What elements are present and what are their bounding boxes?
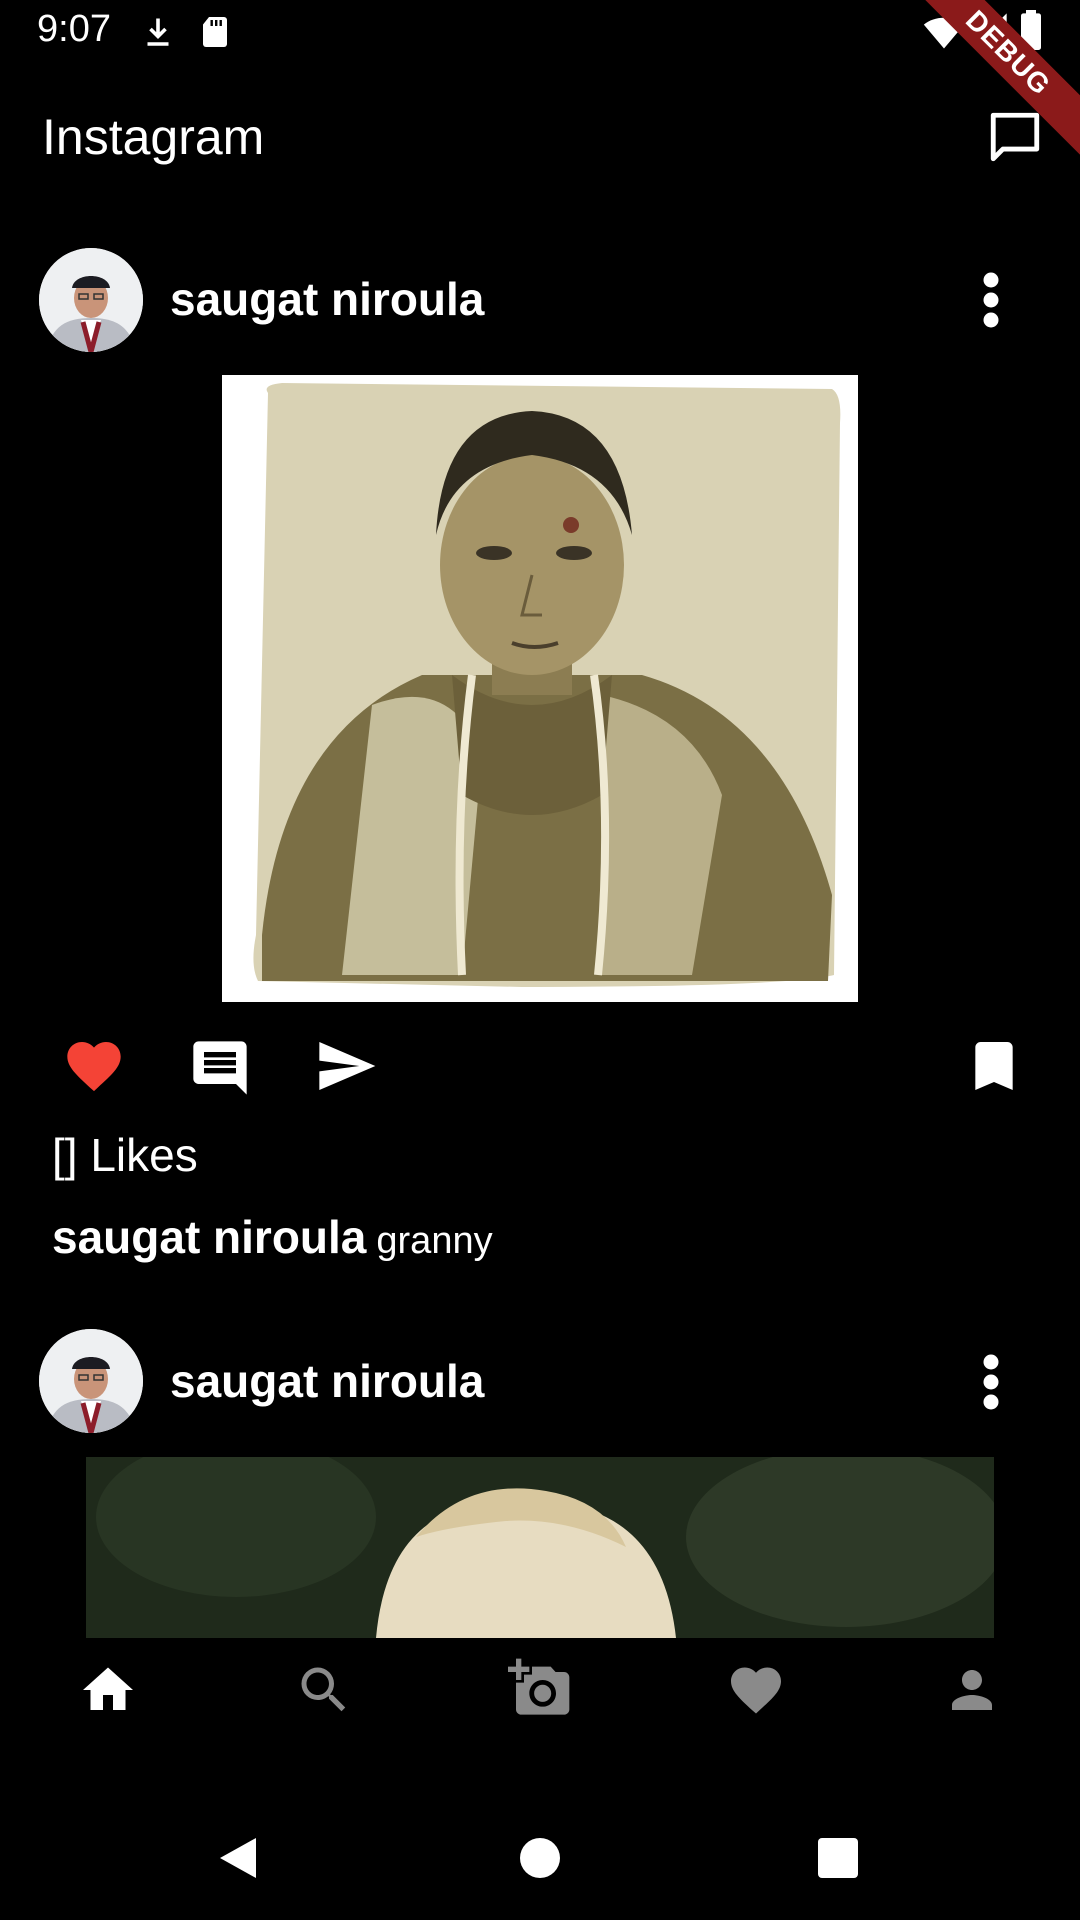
post-photo-portrait [222,375,858,1002]
post-photo-person [86,1457,994,1638]
post-caption: saugat niroula granny [52,1210,493,1264]
bookmark-icon[interactable] [962,1034,1026,1098]
back-icon[interactable] [216,1834,260,1882]
avatar-portrait [39,248,143,352]
post-photo[interactable] [222,375,858,1002]
download-icon [147,18,169,46]
send-icon[interactable] [314,1034,378,1098]
recents-icon[interactable] [818,1838,858,1878]
sd-card-icon [203,17,227,47]
add-photo-icon[interactable] [508,1656,572,1720]
post-photo[interactable] [86,1457,994,1638]
home-circle-icon[interactable] [520,1838,560,1878]
caption-username[interactable]: saugat niroula [52,1211,366,1263]
search-icon[interactable] [294,1660,354,1720]
post-username[interactable]: saugat niroula [170,1354,484,1408]
home-icon[interactable] [78,1660,138,1720]
message-icon[interactable] [986,108,1044,166]
heart-icon[interactable] [726,1660,786,1720]
avatar[interactable] [39,248,143,352]
avatar[interactable] [39,1329,143,1433]
app-title: Instagram [42,109,265,165]
likes-count: [] Likes [52,1129,198,1181]
more-vert-icon[interactable] [979,1352,1003,1412]
status-time: 9:07 [37,8,111,50]
profile-icon[interactable] [942,1660,1002,1720]
status-bar: 9:07 [0,0,1080,64]
comment-icon[interactable] [188,1036,252,1100]
post-username[interactable]: saugat niroula [170,272,484,326]
caption-text: granny [376,1220,493,1262]
more-vert-icon[interactable] [979,270,1003,330]
like-heart-icon[interactable] [62,1034,126,1098]
avatar-portrait [39,1329,143,1433]
